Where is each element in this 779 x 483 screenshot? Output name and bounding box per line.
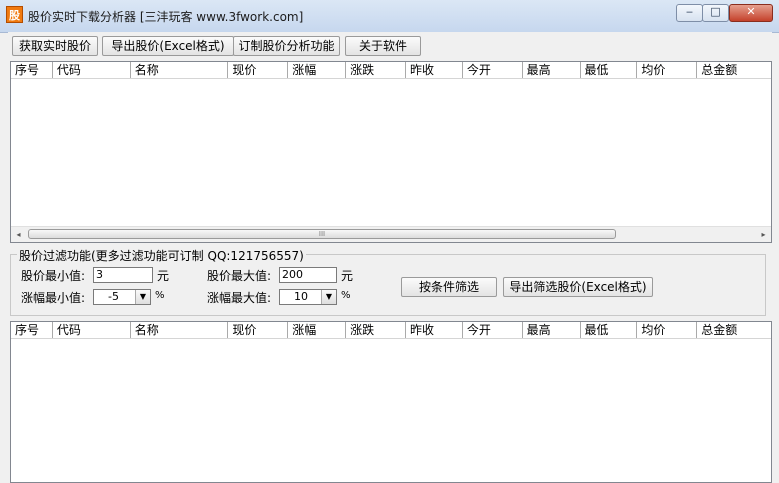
list-header: 序号 代码 名称 现价 涨幅 涨跌 昨收 今开 最高 最低 均价 总金额 bbox=[11, 322, 771, 339]
chevron-down-icon[interactable]: ▼ bbox=[135, 290, 150, 304]
column-header[interactable]: 最高 bbox=[523, 62, 581, 78]
filter-group: 股价过滤功能(更多过滤功能可订制 QQ:121756557) 股价最小值: 3 … bbox=[10, 247, 766, 316]
column-header[interactable]: 名称 bbox=[131, 62, 229, 78]
column-header[interactable]: 最低 bbox=[581, 322, 638, 338]
min-price-input[interactable]: 3 bbox=[93, 267, 153, 283]
about-button[interactable]: 关于软件 bbox=[345, 36, 421, 56]
column-header[interactable]: 最高 bbox=[523, 322, 581, 338]
list-header: 序号 代码 名称 现价 涨幅 涨跌 昨收 今开 最高 最低 均价 总金额 bbox=[11, 62, 771, 79]
scroll-right-icon[interactable]: ▸ bbox=[756, 227, 771, 242]
app-icon: 股 bbox=[6, 6, 23, 23]
column-header[interactable]: 涨幅 bbox=[288, 322, 347, 338]
stock-list-filtered[interactable]: 序号 代码 名称 现价 涨幅 涨跌 昨收 今开 最高 最低 均价 总金额 bbox=[10, 321, 772, 483]
close-button[interactable]: ✕ bbox=[729, 4, 773, 22]
max-price-unit: 元 bbox=[341, 269, 354, 283]
maximize-button[interactable]: □ bbox=[702, 4, 729, 22]
column-header[interactable]: 总金额 bbox=[697, 62, 771, 78]
column-header[interactable]: 序号 bbox=[11, 322, 53, 338]
subscribe-button[interactable]: 订制股价分析功能 bbox=[233, 36, 340, 56]
column-header[interactable]: 均价 bbox=[637, 62, 698, 78]
min-change-select[interactable]: -5 ▼ bbox=[93, 289, 151, 305]
horizontal-scrollbar[interactable]: ◂ III ▸ bbox=[11, 226, 771, 242]
column-header[interactable]: 涨跌 bbox=[346, 322, 406, 338]
min-change-label: 涨幅最小值: bbox=[21, 291, 86, 305]
column-header[interactable]: 现价 bbox=[228, 322, 289, 338]
export-filtered-button[interactable]: 导出筛选股价(Excel格式) bbox=[503, 277, 653, 297]
column-header[interactable]: 今开 bbox=[463, 322, 523, 338]
column-header[interactable]: 涨跌 bbox=[346, 62, 406, 78]
stock-list-top[interactable]: 序号 代码 名称 现价 涨幅 涨跌 昨收 今开 最高 最低 均价 总金额 ◂ I… bbox=[10, 61, 772, 243]
chevron-down-icon[interactable]: ▼ bbox=[321, 290, 336, 304]
column-header[interactable]: 昨收 bbox=[406, 322, 463, 338]
max-change-unit: % bbox=[341, 290, 351, 301]
window-title: 股价实时下载分析器 [三沣玩客 www.3fwork.com] bbox=[28, 10, 304, 24]
column-header[interactable]: 昨收 bbox=[406, 62, 463, 78]
min-change-value: -5 bbox=[108, 290, 119, 303]
column-header[interactable]: 最低 bbox=[581, 62, 638, 78]
max-change-value: 10 bbox=[294, 290, 308, 303]
client-area: 获取实时股价 导出股价(Excel格式) 订制股价分析功能 关于软件 序号 代码… bbox=[8, 32, 772, 483]
column-header[interactable]: 代码 bbox=[53, 322, 131, 338]
scroll-left-icon[interactable]: ◂ bbox=[11, 227, 26, 242]
column-header[interactable]: 现价 bbox=[228, 62, 289, 78]
max-change-label: 涨幅最大值: bbox=[207, 291, 272, 305]
max-price-label: 股价最大值: bbox=[207, 269, 272, 283]
get-realtime-button[interactable]: 获取实时股价 bbox=[12, 36, 98, 56]
filter-group-title: 股价过滤功能(更多过滤功能可订制 QQ:121756557) bbox=[17, 247, 306, 264]
column-header[interactable]: 涨幅 bbox=[288, 62, 347, 78]
minimize-button[interactable]: ‒ bbox=[676, 4, 703, 22]
min-price-unit: 元 bbox=[157, 269, 170, 283]
column-header[interactable]: 序号 bbox=[11, 62, 53, 78]
max-change-select[interactable]: 10 ▼ bbox=[279, 289, 337, 305]
column-header[interactable]: 代码 bbox=[53, 62, 131, 78]
column-header[interactable]: 名称 bbox=[131, 322, 229, 338]
max-price-input[interactable]: 200 bbox=[279, 267, 337, 283]
min-change-unit: % bbox=[155, 290, 165, 301]
title-bar: 股 股价实时下载分析器 [三沣玩客 www.3fwork.com] ‒ □ ✕ bbox=[0, 0, 779, 33]
column-header[interactable]: 总金额 bbox=[697, 322, 771, 338]
scroll-thumb[interactable]: III bbox=[28, 229, 616, 239]
export-excel-button[interactable]: 导出股价(Excel格式) bbox=[102, 36, 234, 56]
filter-button[interactable]: 按条件筛选 bbox=[401, 277, 497, 297]
min-price-label: 股价最小值: bbox=[21, 269, 86, 283]
column-header[interactable]: 今开 bbox=[463, 62, 523, 78]
column-header[interactable]: 均价 bbox=[637, 322, 698, 338]
